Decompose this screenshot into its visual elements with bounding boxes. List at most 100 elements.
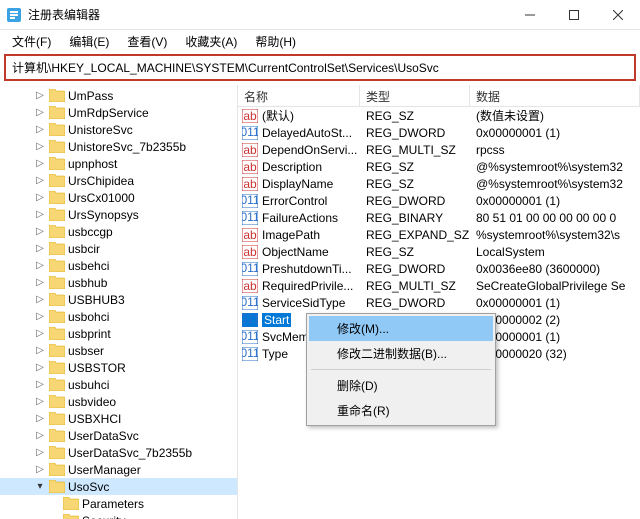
menu-file[interactable]: 文件(F) xyxy=(4,31,59,52)
value-row[interactable]: 011PreshutdownTi...REG_DWORD0x0036ee80 (… xyxy=(238,260,640,277)
value-row[interactable]: abRequiredPrivile...REG_MULTI_SZSeCreate… xyxy=(238,277,640,294)
tree-item[interactable]: ▷usbser xyxy=(0,342,237,359)
tree-item[interactable]: ▷UnistoreSvc xyxy=(0,121,237,138)
menubar: 文件(F) 编辑(E) 查看(V) 收藏夹(A) 帮助(H) xyxy=(0,30,640,52)
tree-item-label: UserManager xyxy=(68,463,141,477)
tree-item[interactable]: ▷ usbprint xyxy=(0,325,237,342)
chevron-right-icon[interactable]: ▷ xyxy=(34,90,46,101)
chevron-right-icon[interactable]: ▷ xyxy=(34,413,46,424)
address-bar[interactable]: 计算机\HKEY_LOCAL_MACHINE\SYSTEM\CurrentCon… xyxy=(4,54,636,81)
value-name: DependOnServi... xyxy=(262,143,357,157)
app-icon xyxy=(6,7,22,23)
chevron-right-icon[interactable]: ▷ xyxy=(34,107,46,118)
value-row[interactable]: abDescriptionREG_SZ@%systemroot%\system3… xyxy=(238,158,640,175)
value-row[interactable]: abObjectNameREG_SZLocalSystem xyxy=(238,243,640,260)
tree-item[interactable]: ▷USBSTOR xyxy=(0,359,237,376)
chevron-right-icon[interactable]: ▷ xyxy=(34,141,46,152)
maximize-button[interactable] xyxy=(552,0,596,30)
tree-item[interactable]: ▷UserDataSvc xyxy=(0,427,237,444)
tree-item[interactable]: ▷ UnistoreSvc_7b2355b xyxy=(0,138,237,155)
column-data-header[interactable]: 数据 xyxy=(470,85,640,106)
tree-item[interactable]: ▷ USBHUB3 xyxy=(0,291,237,308)
column-name-header[interactable]: 名称 xyxy=(238,85,360,106)
tree-item[interactable]: ▷usbccgp xyxy=(0,223,237,240)
chevron-down-icon[interactable]: ▾ xyxy=(34,481,46,492)
chevron-right-icon[interactable]: ▷ xyxy=(34,430,46,441)
tree-item[interactable]: ▾UsoSvc xyxy=(0,478,237,495)
ctx-delete[interactable]: 删除(D) xyxy=(309,373,493,398)
tree-item[interactable]: ▷usbcir xyxy=(0,240,237,257)
tree-item[interactable]: Parameters xyxy=(0,495,237,512)
chevron-right-icon[interactable]: ▷ xyxy=(34,345,46,356)
menu-edit[interactable]: 编辑(E) xyxy=(61,31,117,52)
value-row[interactable]: abImagePathREG_EXPAND_SZ%systemroot%\sys… xyxy=(238,226,640,243)
minimize-button[interactable] xyxy=(508,0,552,30)
menu-help[interactable]: 帮助(H) xyxy=(247,31,304,52)
tree-item[interactable]: ▷UrsSynopsys xyxy=(0,206,237,223)
value-row[interactable]: abDependOnServi...REG_MULTI_SZrpcss xyxy=(238,141,640,158)
chevron-right-icon[interactable]: ▷ xyxy=(34,311,46,322)
value-data: LocalSystem xyxy=(470,245,640,259)
tree-item-label: USBHUB3 xyxy=(68,293,125,307)
tree-item[interactable]: ▷ UserManager xyxy=(0,461,237,478)
value-data: SeCreateGlobalPrivilege Se xyxy=(470,279,640,293)
tree-item[interactable]: ▷usbuhci xyxy=(0,376,237,393)
value-row[interactable]: abDisplayNameREG_SZ@%systemroot%\system3… xyxy=(238,175,640,192)
tree-item[interactable]: ▷usbvideo xyxy=(0,393,237,410)
value-name: FailureActions xyxy=(262,211,338,225)
list-view[interactable]: 名称 类型 数据 ab(默认)REG_SZ(数值未设置)011DelayedAu… xyxy=(238,85,640,519)
chevron-right-icon[interactable]: ▷ xyxy=(34,158,46,169)
tree-item-label: UnistoreSvc_7b2355b xyxy=(68,140,186,154)
tree-item[interactable]: ▷usbohci xyxy=(0,308,237,325)
value-row[interactable]: ab(默认)REG_SZ(数值未设置) xyxy=(238,107,640,124)
tree-item[interactable]: ▷UmRdpService xyxy=(0,104,237,121)
chevron-right-icon[interactable]: ▷ xyxy=(34,260,46,271)
chevron-right-icon[interactable]: ▷ xyxy=(34,175,46,186)
tree-item[interactable]: ▷UserDataSvc_7b2355b xyxy=(0,444,237,461)
chevron-right-icon[interactable]: ▷ xyxy=(34,192,46,203)
tree-item-label: usbhub xyxy=(68,276,107,290)
value-row[interactable]: 011FailureActionsREG_BINARY80 51 01 00 0… xyxy=(238,209,640,226)
value-row[interactable]: 011DelayedAutoSt...REG_DWORD0x00000001 (… xyxy=(238,124,640,141)
tree-item[interactable]: ▷upnphost xyxy=(0,155,237,172)
close-button[interactable] xyxy=(596,0,640,30)
chevron-right-icon[interactable]: ▷ xyxy=(34,464,46,475)
tree-item[interactable]: ▷usbehci xyxy=(0,257,237,274)
tree-item[interactable]: ▷UrsChipidea xyxy=(0,172,237,189)
value-row[interactable]: 011ServiceSidTypeREG_DWORD0x00000001 (1) xyxy=(238,294,640,311)
value-row[interactable]: 011ErrorControlREG_DWORD0x00000001 (1) xyxy=(238,192,640,209)
ctx-rename[interactable]: 重命名(R) xyxy=(309,398,493,423)
tree-item[interactable]: ▷UrsCx01000 xyxy=(0,189,237,206)
value-type: REG_DWORD xyxy=(360,296,470,310)
chevron-right-icon[interactable]: ▷ xyxy=(34,277,46,288)
column-type-header[interactable]: 类型 xyxy=(360,85,470,106)
tree-item-label: usbprint xyxy=(68,327,111,341)
value-name: RequiredPrivile... xyxy=(262,279,353,293)
chevron-right-icon[interactable]: ▷ xyxy=(34,124,46,135)
tree-item[interactable]: ▷ usbhub xyxy=(0,274,237,291)
chevron-right-icon[interactable]: ▷ xyxy=(34,243,46,254)
tree-view[interactable]: ▷UmPass▷UmRdpService▷UnistoreSvc▷Unistor… xyxy=(0,85,238,519)
chevron-right-icon[interactable]: ▷ xyxy=(34,226,46,237)
ctx-modify-binary[interactable]: 修改二进制数据(B)... xyxy=(309,341,493,366)
menu-view[interactable]: 查看(V) xyxy=(119,31,175,52)
chevron-right-icon[interactable]: ▷ xyxy=(34,209,46,220)
svg-text:ab: ab xyxy=(243,160,257,174)
chevron-right-icon[interactable]: ▷ xyxy=(34,362,46,373)
ctx-separator xyxy=(311,369,491,370)
tree-item[interactable]: ▷USBXHCI xyxy=(0,410,237,427)
value-name: ImagePath xyxy=(262,228,320,242)
menu-favorites[interactable]: 收藏夹(A) xyxy=(177,31,245,52)
value-data: @%systemroot%\system32 xyxy=(470,160,640,174)
main-pane: ▷UmPass▷UmRdpService▷UnistoreSvc▷Unistor… xyxy=(0,85,640,519)
chevron-right-icon[interactable]: ▷ xyxy=(34,447,46,458)
chevron-right-icon[interactable]: ▷ xyxy=(34,379,46,390)
value-data: rpcss xyxy=(470,143,640,157)
value-name: ServiceSidType xyxy=(262,296,345,310)
value-name: (默认) xyxy=(262,107,294,124)
chevron-right-icon[interactable]: ▷ xyxy=(34,328,46,339)
chevron-right-icon[interactable]: ▷ xyxy=(34,396,46,407)
ctx-modify[interactable]: 修改(M)... xyxy=(309,316,493,341)
chevron-right-icon[interactable]: ▷ xyxy=(34,294,46,305)
tree-item[interactable]: ▷UmPass xyxy=(0,87,237,104)
